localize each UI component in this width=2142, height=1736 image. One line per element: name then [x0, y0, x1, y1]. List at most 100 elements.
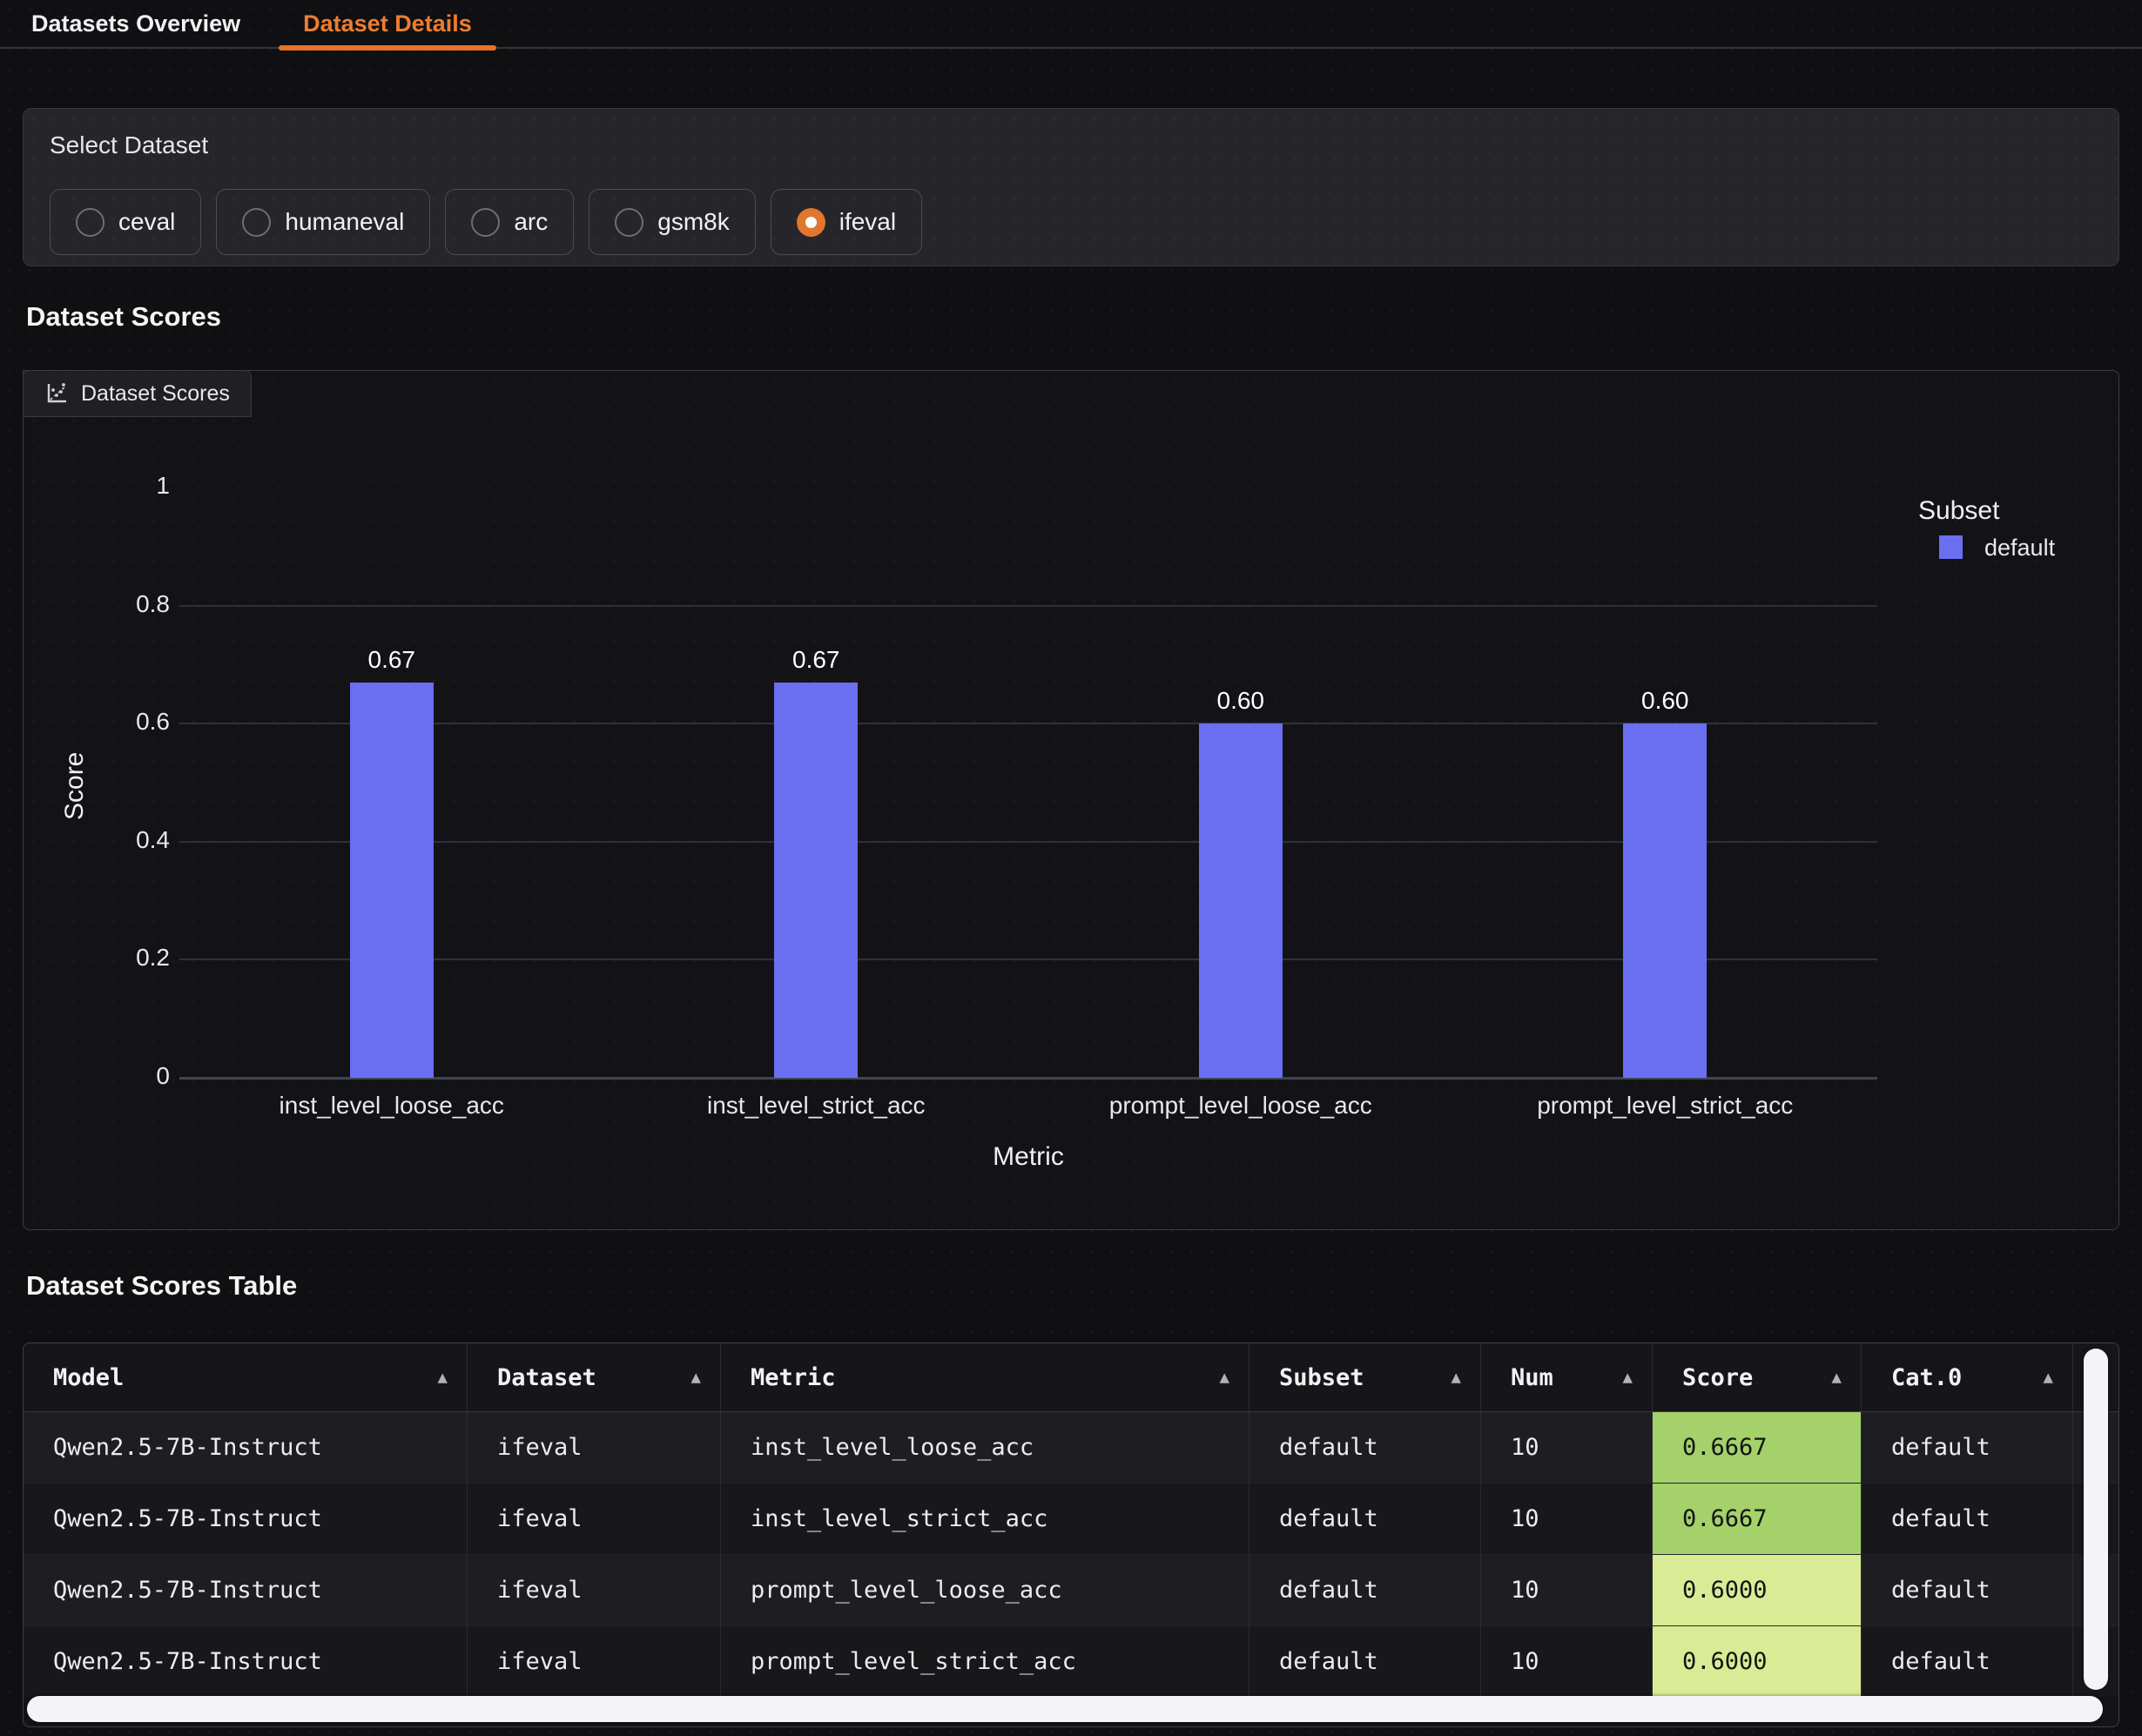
radio-label: humaneval [285, 208, 404, 236]
column-header-label: Model [53, 1364, 124, 1391]
table-row: Qwen2.5-7B-Instructifevalprompt_level_st… [24, 1625, 2118, 1697]
cell-score[interactable]: 0.6000 [1653, 1626, 1862, 1697]
cell-num[interactable]: 10 [1481, 1626, 1653, 1697]
table-horizontal-scrollbar[interactable] [27, 1696, 2103, 1722]
cell-model[interactable]: Qwen2.5-7B-Instruct [24, 1626, 468, 1697]
legend-entry-label: default [1984, 535, 2055, 562]
column-header-subset[interactable]: Subset ▲ [1250, 1343, 1481, 1411]
select-dataset-label: Select Dataset [50, 131, 2092, 159]
x-tick-label: prompt_level_strict_acc [1453, 1092, 1878, 1120]
x-tick-label: inst_level_strict_acc [604, 1092, 1029, 1120]
cell-cat-0[interactable]: default [1862, 1555, 2073, 1625]
cell-num[interactable]: 10 [1481, 1484, 1653, 1554]
column-header-label: Dataset [497, 1364, 596, 1391]
column-header-cat-0[interactable]: Cat.0 ▲ [1862, 1343, 2073, 1411]
x-tick-label: prompt_level_loose_acc [1028, 1092, 1453, 1120]
column-header-score[interactable]: Score ▲ [1653, 1343, 1862, 1411]
column-header-label: Score [1682, 1364, 1753, 1391]
radio-dot [805, 217, 817, 228]
y-tick-label: 0 [57, 1062, 170, 1090]
radio-circle-icon [471, 208, 500, 237]
scatter-chart-icon [44, 381, 69, 406]
dataset-radio-gsm8k[interactable]: gsm8k [589, 189, 755, 255]
sort-arrow-icon[interactable]: ▲ [438, 1368, 448, 1387]
cell-dataset[interactable]: ifeval [468, 1484, 721, 1554]
cell-cat-0[interactable]: default [1862, 1484, 2073, 1554]
column-header-label: Subset [1279, 1364, 1364, 1391]
column-header-label: Metric [751, 1364, 836, 1391]
sort-arrow-icon[interactable]: ▲ [2044, 1368, 2053, 1387]
bar-value-label: 0.67 [313, 646, 470, 674]
radio-circle-icon [797, 208, 825, 237]
page: Datasets Overview Dataset Details Select… [0, 0, 2142, 1736]
column-header-dataset[interactable]: Dataset ▲ [468, 1343, 721, 1411]
cell-num[interactable]: 10 [1481, 1412, 1653, 1483]
cell-metric[interactable]: inst_level_strict_acc [721, 1484, 1250, 1554]
x-axis-title: Metric [179, 1142, 1877, 1172]
dataset-scores-table: Model▲Dataset▲Metric▲Subset▲Num▲Score▲Ca… [23, 1342, 2119, 1727]
column-header-metric[interactable]: Metric ▲ [721, 1343, 1250, 1411]
table-header-row: Model▲Dataset▲Metric▲Subset▲Num▲Score▲Ca… [24, 1343, 2118, 1412]
sort-arrow-icon[interactable]: ▲ [691, 1368, 701, 1387]
bar-prompt_level_strict_acc [1623, 723, 1707, 1078]
radio-circle-icon [242, 208, 271, 237]
cell-dataset[interactable]: ifeval [468, 1412, 721, 1483]
cell-metric[interactable]: inst_level_loose_acc [721, 1412, 1250, 1483]
top-tabbar: Datasets Overview Dataset Details [0, 0, 2142, 49]
gridline [179, 605, 1877, 607]
cell-score[interactable]: 0.6667 [1653, 1412, 1862, 1483]
dataset-radio-group: ceval humaneval arc gsm8k ifeval [50, 189, 2092, 255]
cell-metric[interactable]: prompt_level_strict_acc [721, 1626, 1250, 1697]
sort-arrow-icon[interactable]: ▲ [1832, 1368, 1842, 1387]
cell-cat-0[interactable]: default [1862, 1626, 2073, 1697]
chart-panel-tab-label: Dataset Scores [81, 381, 230, 407]
dataset-scores-chart-block: Dataset Scores 00.20.40.60.810.67inst_le… [23, 370, 2119, 1230]
sort-arrow-icon[interactable]: ▲ [1623, 1368, 1633, 1387]
chart-panel-tab[interactable]: Dataset Scores [23, 370, 252, 417]
tab-datasets-overview[interactable]: Datasets Overview [0, 0, 272, 47]
select-dataset-panel: Select Dataset ceval humaneval arc gsm8k ife… [23, 108, 2119, 266]
cell-score[interactable]: 0.6667 [1653, 1484, 1862, 1554]
cell-model[interactable]: Qwen2.5-7B-Instruct [24, 1555, 468, 1625]
cell-num[interactable]: 10 [1481, 1555, 1653, 1625]
bar-value-label: 0.60 [1162, 687, 1319, 715]
cell-score[interactable]: 0.6000 [1653, 1555, 1862, 1625]
dataset-radio-ceval[interactable]: ceval [50, 189, 201, 255]
sort-arrow-icon[interactable]: ▲ [1452, 1368, 1461, 1387]
sort-arrow-icon[interactable]: ▲ [1220, 1368, 1229, 1387]
dataset-radio-arc[interactable]: arc [445, 189, 574, 255]
column-header-model[interactable]: Model ▲ [24, 1343, 468, 1411]
radio-label: arc [514, 208, 548, 236]
cell-subset[interactable]: default [1250, 1626, 1481, 1697]
dataset-scores-chart: 00.20.40.60.810.67inst_level_loose_acc0.… [23, 370, 2119, 1230]
y-axis-title: Score [60, 695, 90, 878]
table-row: Qwen2.5-7B-Instructifevalinst_level_stri… [24, 1483, 2118, 1554]
cell-subset[interactable]: default [1250, 1412, 1481, 1483]
cell-subset[interactable]: default [1250, 1555, 1481, 1625]
cell-dataset[interactable]: ifeval [468, 1555, 721, 1625]
table-row: Qwen2.5-7B-Instructifevalprompt_level_lo… [24, 1554, 2118, 1625]
legend-title: Subset [1918, 496, 1999, 526]
column-header-label: Cat.0 [1891, 1364, 1962, 1391]
cell-model[interactable]: Qwen2.5-7B-Instruct [24, 1484, 468, 1554]
dataset-scores-heading: Dataset Scores [26, 299, 2142, 334]
dataset-radio-humaneval[interactable]: humaneval [216, 189, 430, 255]
dataset-radio-ifeval[interactable]: ifeval [771, 189, 922, 255]
cell-subset[interactable]: default [1250, 1484, 1481, 1554]
cell-cat-0[interactable]: default [1862, 1412, 2073, 1483]
y-tick-label: 0.2 [57, 944, 170, 972]
radio-circle-icon [615, 208, 643, 237]
cell-dataset[interactable]: ifeval [468, 1626, 721, 1697]
cell-metric[interactable]: prompt_level_loose_acc [721, 1555, 1250, 1625]
cell-model[interactable]: Qwen2.5-7B-Instruct [24, 1412, 468, 1483]
table-vertical-scrollbar[interactable] [2084, 1349, 2108, 1690]
radio-label: ceval [118, 208, 175, 236]
dataset-scores-table-heading: Dataset Scores Table [26, 1268, 2142, 1303]
column-header-num[interactable]: Num▲ [1481, 1343, 1653, 1411]
radio-label: gsm8k [657, 208, 729, 236]
tab-dataset-details[interactable]: Dataset Details [272, 0, 503, 47]
bar-inst_level_loose_acc [350, 683, 434, 1078]
bar-prompt_level_loose_acc [1199, 723, 1283, 1078]
radio-label: ifeval [839, 208, 896, 236]
y-tick-label: 0.8 [57, 590, 170, 618]
